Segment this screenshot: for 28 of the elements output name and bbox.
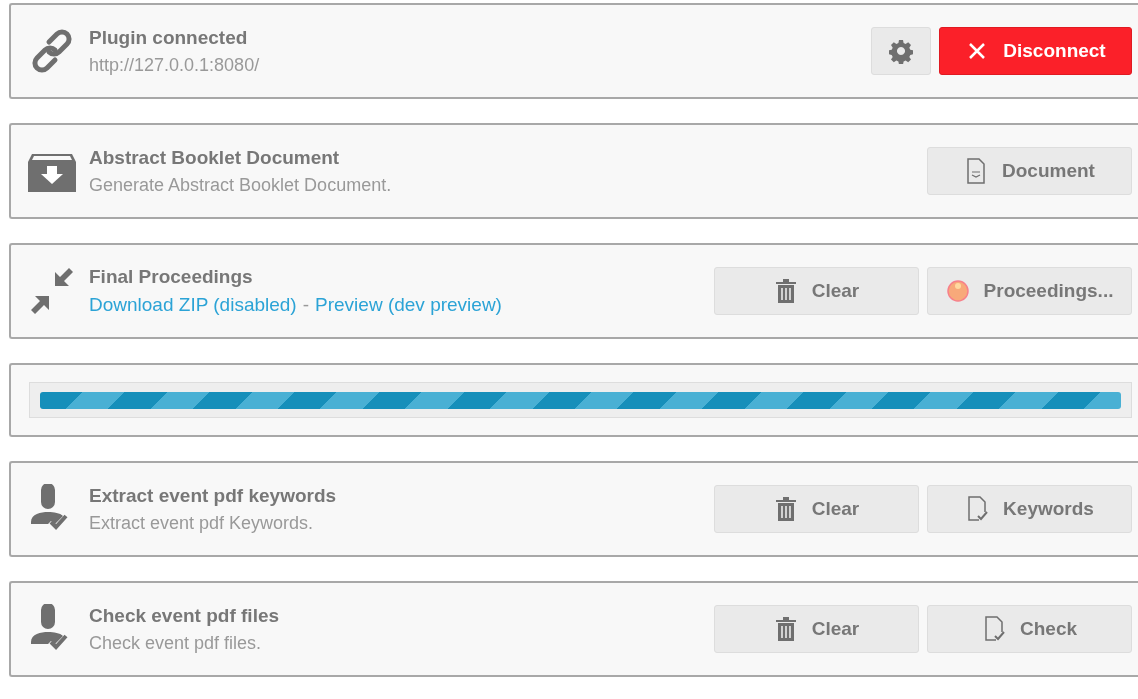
- action-button[interactable]: Proceedings...: [927, 267, 1132, 315]
- file-check-icon: [982, 616, 1006, 642]
- panel-title: Extract event pdf keywords: [89, 484, 338, 507]
- action-button[interactable]: Check: [927, 605, 1132, 653]
- trash-icon: [773, 616, 798, 642]
- panel-title: Final Proceedings: [89, 266, 254, 288]
- link[interactable]: Download ZIP (disabled): [89, 294, 297, 316]
- action-button[interactable]: Clear: [714, 605, 919, 653]
- status-dot-icon: [945, 278, 970, 304]
- panel-subtitle: Check event pdf files.: [89, 632, 263, 654]
- settings-button[interactable]: [871, 27, 931, 75]
- action-button[interactable]: Keywords: [927, 485, 1132, 533]
- settings-icon: [889, 38, 913, 64]
- panel-title: Plugin connected: [89, 26, 249, 49]
- panel-title: Check event pdf files: [89, 604, 281, 627]
- disconnect-button[interactable]: Disconnect: [939, 27, 1132, 75]
- trash-icon: [773, 496, 798, 522]
- trash-icon: [773, 278, 798, 304]
- panel-subtitle: http://127.0.0.1:8080/: [89, 54, 261, 76]
- action-button[interactable]: Clear: [714, 485, 919, 533]
- panel-title: Abstract Booklet Document: [89, 146, 341, 169]
- panel-subtitle: Generate Abstract Booklet Document.: [89, 174, 393, 196]
- action-button[interactable]: Document: [927, 147, 1132, 195]
- file-check-icon: [965, 496, 990, 522]
- link[interactable]: Preview (dev preview): [315, 294, 502, 316]
- panel-subtitle: Extract event pdf Keywords.: [89, 512, 315, 534]
- link-separator: -: [302, 294, 310, 316]
- action-button[interactable]: Clear: [714, 267, 919, 315]
